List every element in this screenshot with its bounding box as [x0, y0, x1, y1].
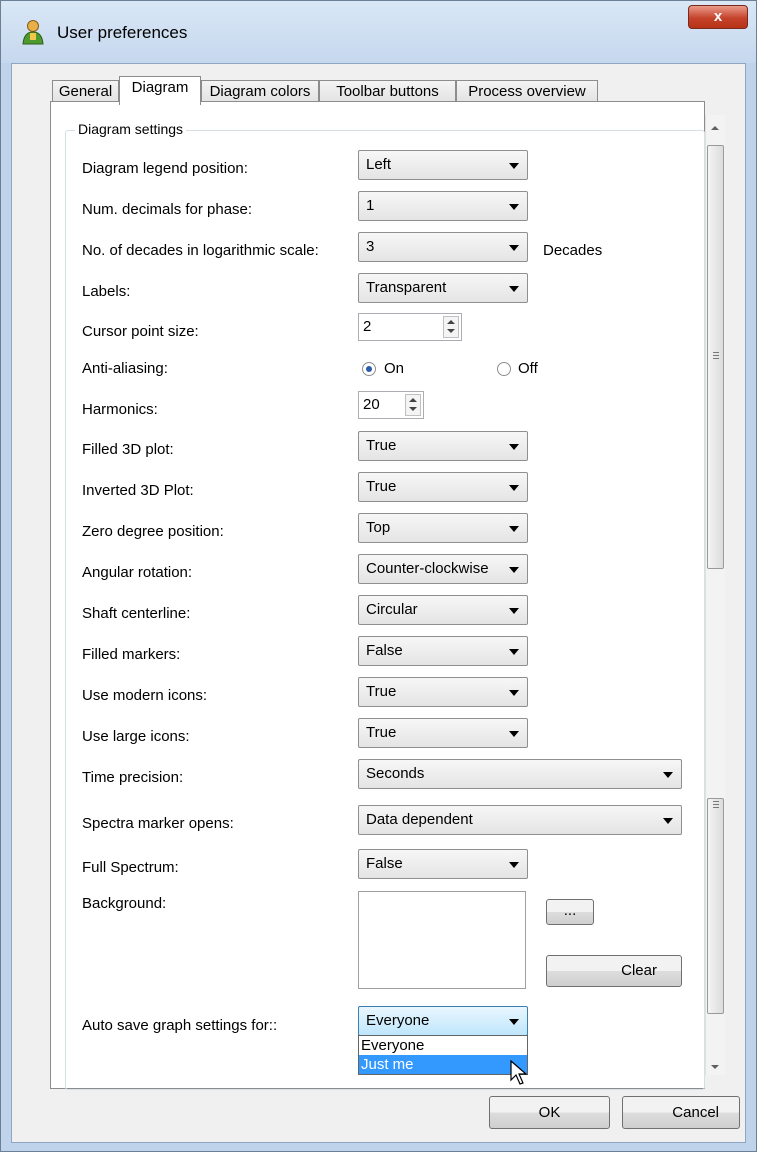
chevron-down-icon: [509, 649, 519, 655]
decimals-phase-select[interactable]: 1: [358, 191, 528, 221]
spectra-marker-select[interactable]: Data dependent: [358, 805, 682, 835]
chevron-down-icon: [509, 485, 519, 491]
chevron-down-icon: [509, 567, 519, 573]
anti-aliasing-off-label: Off: [518, 360, 538, 377]
filled-3d-select[interactable]: True: [358, 431, 528, 461]
harmonics-label: Harmonics:: [82, 401, 158, 418]
full-spectrum-select[interactable]: False: [358, 849, 528, 879]
anti-aliasing-label: Anti-aliasing:: [82, 360, 168, 377]
labels-label: Labels:: [82, 283, 131, 300]
dropdown-option-just-me[interactable]: Just me: [359, 1055, 527, 1074]
angular-rotation-label: Angular rotation:: [82, 564, 193, 581]
background-clear-button[interactable]: Clear: [546, 955, 682, 987]
cancel-button[interactable]: Cancel: [622, 1096, 740, 1129]
zero-degree-label: Zero degree position:: [82, 523, 224, 540]
modern-icons-select[interactable]: True: [358, 677, 528, 707]
inverted-3d-label: Inverted 3D Plot:: [82, 482, 194, 499]
diagram-tab-page: Diagram settings Diagram legend position…: [50, 101, 705, 1090]
inverted-3d-select[interactable]: True: [358, 472, 528, 502]
scroll-thumb-lower[interactable]: [707, 798, 724, 1014]
anti-aliasing-off-radio[interactable]: [497, 362, 511, 376]
ok-button[interactable]: OK: [489, 1096, 610, 1129]
large-icons-select[interactable]: True: [358, 718, 528, 748]
scroll-thumb[interactable]: [707, 145, 724, 569]
spinner-arrows-icon[interactable]: [443, 316, 459, 338]
chevron-down-icon: [509, 204, 519, 210]
chevron-down-icon: [509, 608, 519, 614]
dropdown-option-everyone[interactable]: Everyone: [359, 1036, 527, 1055]
time-precision-label: Time precision:: [82, 769, 184, 786]
anti-aliasing-on-radio[interactable]: [362, 362, 376, 376]
chevron-down-icon: [509, 163, 519, 169]
user-icon: [22, 20, 44, 45]
cursor-size-spinner[interactable]: 2: [358, 313, 462, 341]
chevron-down-icon: [509, 731, 519, 737]
decades-select[interactable]: 3: [358, 232, 528, 262]
chevron-down-icon: [509, 245, 519, 251]
full-spectrum-label: Full Spectrum:: [82, 859, 179, 876]
cursor-size-label: Cursor point size:: [82, 323, 199, 340]
chevron-down-icon: [509, 862, 519, 868]
title-bar[interactable]: User preferences x: [1, 1, 756, 63]
scroll-up-icon[interactable]: [711, 126, 719, 130]
chevron-down-icon: [509, 1019, 519, 1025]
close-icon: x: [713, 8, 723, 25]
vertical-scrollbar[interactable]: [705, 115, 725, 1075]
decimals-phase-label: Num. decimals for phase:: [82, 201, 253, 218]
large-icons-label: Use large icons:: [82, 728, 190, 745]
scroll-down-icon[interactable]: [711, 1065, 719, 1069]
legend-position-label: Diagram legend position:: [82, 160, 248, 177]
tab-diagram[interactable]: Diagram: [119, 76, 201, 105]
chevron-down-icon: [509, 526, 519, 532]
zero-degree-select[interactable]: Top: [358, 513, 528, 543]
chevron-down-icon: [663, 772, 673, 778]
modern-icons-label: Use modern icons:: [82, 687, 208, 704]
labels-select[interactable]: Transparent: [358, 273, 528, 303]
mouse-pointer-icon: [510, 1060, 528, 1085]
anti-aliasing-on-label: On: [384, 360, 405, 377]
background-preview: [358, 891, 526, 989]
shaft-centerline-select[interactable]: Circular: [358, 595, 528, 625]
filled-markers-label: Filled markers:: [82, 646, 181, 663]
background-browse-button[interactable]: ...: [546, 899, 594, 925]
spectra-marker-label: Spectra marker opens:: [82, 815, 234, 832]
chevron-down-icon: [663, 818, 673, 824]
window-title: User preferences: [57, 23, 188, 42]
auto-save-select[interactable]: Everyone: [358, 1006, 528, 1036]
filled-markers-select[interactable]: False: [358, 636, 528, 666]
close-button[interactable]: x: [688, 5, 748, 29]
shaft-centerline-label: Shaft centerline:: [82, 605, 191, 622]
background-label: Background:: [82, 895, 167, 912]
decades-suffix: Decades: [543, 242, 603, 259]
auto-save-label: Auto save graph settings for::: [82, 1017, 278, 1034]
angular-rotation-select[interactable]: Counter-clockwise: [358, 554, 528, 584]
chevron-down-icon: [509, 444, 519, 450]
chevron-down-icon: [509, 690, 519, 696]
auto-save-dropdown-list: Everyone Just me: [358, 1035, 528, 1075]
filled-3d-label: Filled 3D plot:: [82, 441, 174, 458]
group-title: Diagram settings: [75, 121, 187, 137]
spinner-arrows-icon[interactable]: [405, 394, 421, 416]
decades-label: No. of decades in logarithmic scale:: [82, 242, 319, 259]
legend-position-select[interactable]: Left: [358, 150, 528, 180]
chevron-down-icon: [509, 286, 519, 292]
harmonics-spinner[interactable]: 20: [358, 391, 424, 419]
time-precision-select[interactable]: Seconds: [358, 759, 682, 789]
